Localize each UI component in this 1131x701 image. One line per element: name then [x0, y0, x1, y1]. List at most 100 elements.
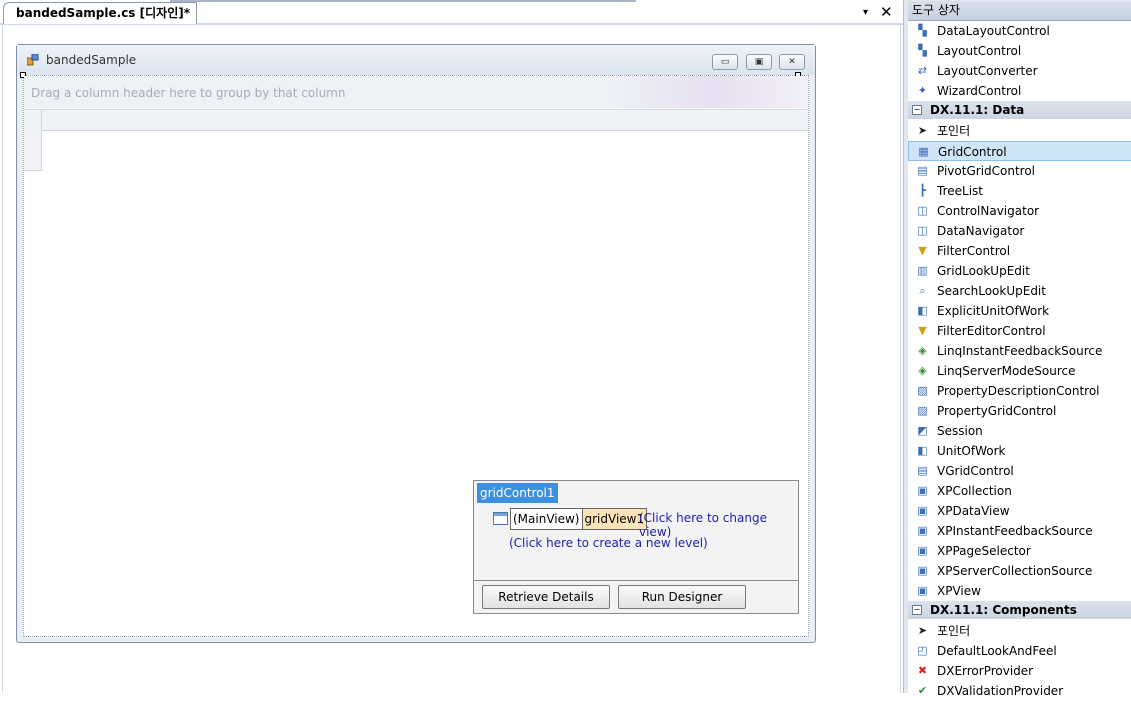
property-grid-icon: ▨	[917, 404, 928, 417]
toolbox-item[interactable]: ▥ GridLookUpEdit	[908, 261, 1131, 281]
tab-close-icon[interactable]: ✕	[880, 2, 893, 22]
session-icon: ◩	[917, 424, 928, 437]
toolbox-item-label: LinqInstantFeedbackSource	[937, 344, 1103, 358]
toolbox-item[interactable]: ◧ ExplicitUnitOfWork	[908, 301, 1131, 321]
unit-of-work-icon: ◧	[917, 304, 928, 317]
collapse-toggle-icon[interactable]: −	[912, 105, 922, 115]
search-lookup-icon: ⌕	[919, 284, 926, 297]
toolbox-item[interactable]: ▚ LayoutControl	[908, 41, 1131, 61]
toolbox-item[interactable]: ✖ DXErrorProvider	[908, 661, 1131, 681]
filter-icon: ▼	[918, 324, 927, 337]
toolbox-item-label: GridLookUpEdit	[937, 264, 1030, 278]
layout-icon: ▚	[918, 24, 927, 37]
toolbox-item-label: XPView	[937, 584, 981, 598]
pivot-icon: ▤	[917, 164, 928, 177]
grid-control-name-label[interactable]: gridControl1	[477, 483, 558, 503]
toolbox-item-label: VGridControl	[937, 464, 1014, 478]
change-view-link[interactable]: (Click here to change view)	[639, 511, 798, 539]
filter-icon: ▼	[918, 244, 927, 257]
toolbox-category-label: DX.11.1: Components	[930, 603, 1077, 617]
lookup-icon: ▥	[917, 264, 928, 277]
navigator-icon: ◫	[917, 204, 928, 217]
toolbox-item[interactable]: ▣ XPServerCollectionSource	[908, 561, 1131, 581]
toolbox-item-label: ControlNavigator	[937, 204, 1040, 218]
toolbox-item-label: XPServerCollectionSource	[937, 564, 1093, 578]
toolbox-item[interactable]: ▨ PropertyGridControl	[908, 401, 1131, 421]
toolbox-item-label: LayoutConverter	[937, 64, 1038, 78]
toolbox-item[interactable]: ▧ PropertyDescriptionControl	[908, 381, 1131, 401]
toolbox-category-header[interactable]: − DX.11.1: Data	[908, 101, 1131, 119]
grid-view-name[interactable]: gridView1	[581, 509, 647, 529]
toolbox-item[interactable]: ➤ 포인터	[908, 621, 1131, 641]
toolbox-item[interactable]: ▤ VGridControl	[908, 461, 1131, 481]
toolbox-item[interactable]: ◧ UnitOfWork	[908, 441, 1131, 461]
toolbox-item[interactable]: ▚ DataLayoutControl	[908, 21, 1131, 41]
toolbox-item-label: DefaultLookAndFeel	[937, 644, 1057, 658]
toolbox-item-label: LinqServerModeSource	[937, 364, 1076, 378]
toolbox-item[interactable]: ◈ LinqServerModeSource	[908, 361, 1131, 381]
toolbox-item[interactable]: ◫ ControlNavigator	[908, 201, 1131, 221]
toolbox-list[interactable]: ▚ DataLayoutControl ▚ LayoutControl ⇄ LayoutC…	[908, 21, 1131, 698]
toolbox-item[interactable]: ◩ Session	[908, 421, 1131, 441]
toolbox-item[interactable]: ➤ 포인터	[908, 121, 1131, 141]
collapse-toggle-icon[interactable]: −	[912, 605, 922, 615]
toolbox-item-label: FilterControl	[937, 244, 1011, 258]
main-view-node[interactable]: (MainView) gridView1	[510, 508, 648, 530]
toolbox-item-label: XPCollection	[937, 484, 1012, 498]
toolbox-item-label: GridControl	[938, 145, 1007, 159]
retrieve-details-button[interactable]: Retrieve Details	[482, 585, 610, 609]
toolbox-item[interactable]: ▣ XPCollection	[908, 481, 1131, 501]
maximize-button[interactable]: ▣	[746, 54, 772, 70]
xp-icon: ▣	[917, 524, 928, 537]
toolbox-item[interactable]: ⌕ SearchLookUpEdit	[908, 281, 1131, 301]
xp-icon: ▣	[917, 544, 928, 557]
toolbox-item[interactable]: ◈ LinqInstantFeedbackSource	[908, 341, 1131, 361]
tab-banded-sample-design[interactable]: bandedSample.cs [디자인]*	[3, 2, 197, 24]
toolbox-item-label: PivotGridControl	[937, 164, 1036, 178]
group-panel[interactable]: Drag a column header here to group by th…	[24, 76, 808, 108]
row-indicator[interactable]	[24, 130, 42, 151]
toolbox-item[interactable]: ✦ WizardControl	[908, 81, 1131, 101]
toolbox-title: 도구 상자	[908, 1, 1131, 21]
linq-icon: ◈	[918, 344, 927, 357]
converter-icon: ⇄	[917, 64, 928, 77]
toolbox-item[interactable]: ▣ XPPageSelector	[908, 541, 1131, 561]
create-level-link[interactable]: (Click here to create a new level)	[509, 536, 708, 550]
group-panel-hint: Drag a column header here to group by th…	[31, 86, 346, 100]
run-designer-button[interactable]: Run Designer	[618, 585, 746, 609]
toolbox-item-label: PropertyDescriptionControl	[937, 384, 1100, 398]
toolbox-item[interactable]: ▣ XPInstantFeedbackSource	[908, 521, 1131, 541]
toolbox-item[interactable]: ▼ FilterEditorControl	[908, 321, 1131, 341]
toolbox-item[interactable]: ◫ DataNavigator	[908, 221, 1131, 241]
layout-icon: ▚	[918, 44, 927, 57]
toolbox-item-label: Session	[937, 424, 983, 438]
toolbox-item[interactable]: ⇄ LayoutConverter	[908, 61, 1131, 81]
tree-icon: ┣	[919, 184, 926, 197]
grid-view-icon	[493, 512, 508, 525]
toolbox-item[interactable]: ▣ XPView	[908, 581, 1131, 601]
pointer-icon: ➤	[917, 624, 928, 637]
toolbox-category-header[interactable]: − DX.11.1: Components	[908, 601, 1131, 619]
form-caption-bar: bandedSample ▭ ▣ ✕	[17, 45, 815, 75]
toolbox-item[interactable]: ▦ GridControl	[908, 141, 1131, 161]
toolbox-item[interactable]: ✔ DXValidationProvider	[908, 681, 1131, 701]
document-area: bandedSample.cs [디자인]* ▾ ✕ bandedSample …	[0, 0, 903, 693]
toolbox-item-label: SearchLookUpEdit	[937, 284, 1046, 298]
column-header-row[interactable]	[24, 109, 808, 131]
close-button[interactable]: ✕	[779, 54, 805, 70]
pointer-icon: ➤	[917, 124, 928, 137]
toolbox-item[interactable]: ▣ XPDataView	[908, 501, 1131, 521]
tab-list-dropdown-icon[interactable]: ▾	[863, 5, 868, 21]
toolbox-item-label: DataLayoutControl	[937, 24, 1050, 38]
minimize-button[interactable]: ▭	[712, 54, 738, 70]
toolbox-item-label: 포인터	[937, 624, 971, 638]
vgrid-icon: ▤	[917, 464, 928, 477]
toolbox-item[interactable]: ▼ FilterControl	[908, 241, 1131, 261]
look-and-feel-icon: ◰	[917, 644, 928, 657]
toolbox-item[interactable]: ◰ DefaultLookAndFeel	[908, 641, 1131, 661]
unit-of-work-icon: ◧	[917, 444, 928, 457]
row-indicator[interactable]	[24, 150, 42, 171]
wizard-icon: ✦	[917, 84, 928, 97]
toolbox-item[interactable]: ┣ TreeList	[908, 181, 1131, 201]
toolbox-item[interactable]: ▤ PivotGridControl	[908, 161, 1131, 181]
